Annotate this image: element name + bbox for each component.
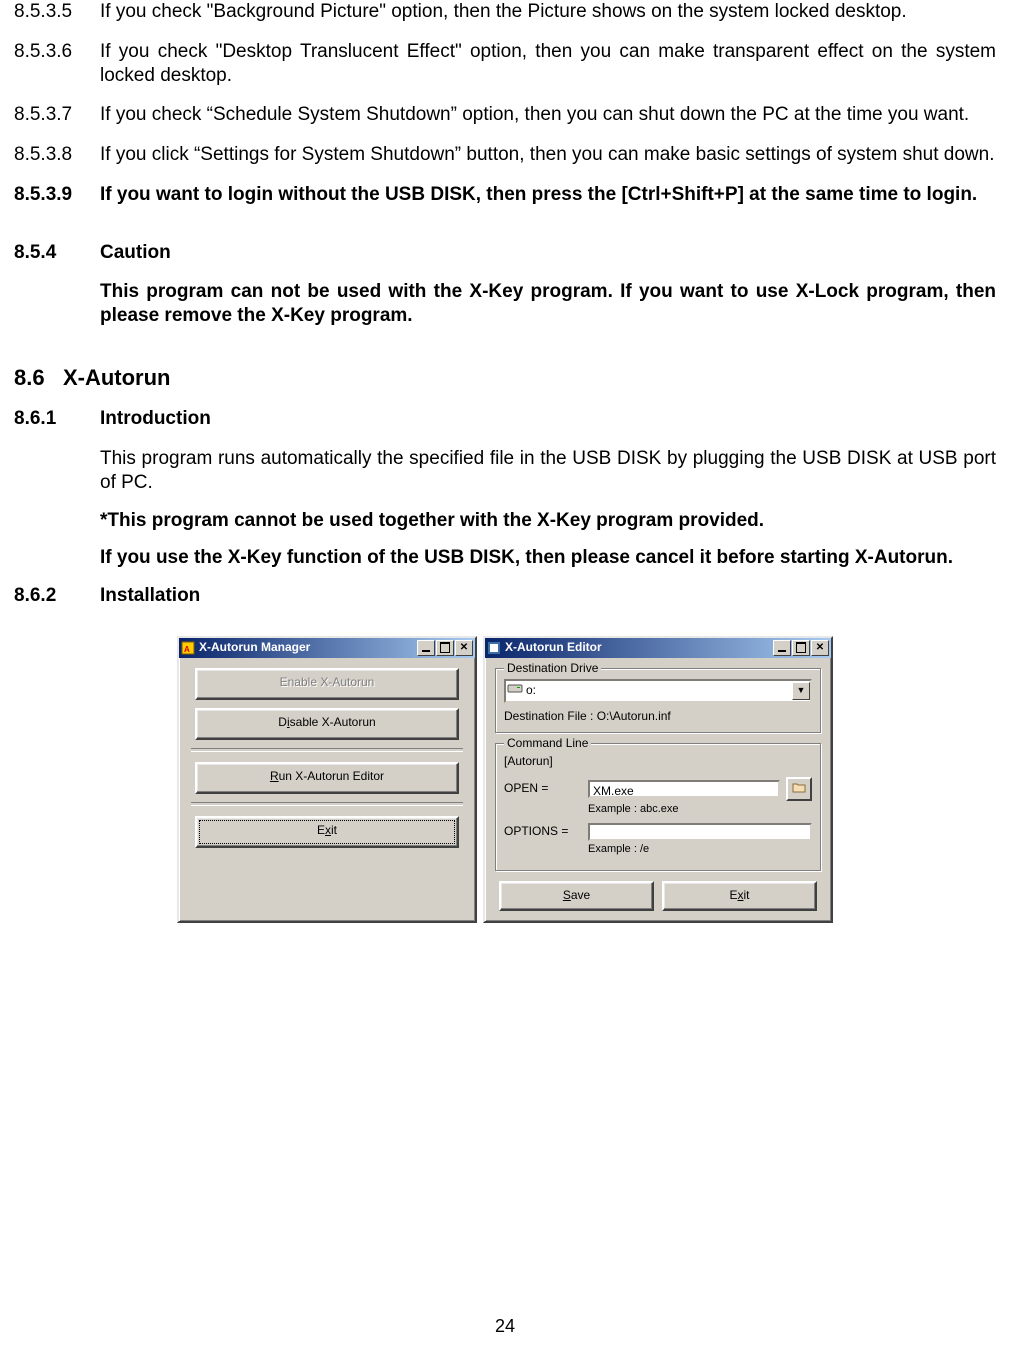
group-command-line: Command Line [Autorun] OPEN = XM.exe Exa…	[495, 743, 821, 872]
disable-autorun-button[interactable]: Disable X-Autorun	[195, 708, 459, 740]
close-button[interactable]: ✕	[455, 640, 473, 656]
section-number: 8.6	[14, 365, 45, 390]
section-title: X-Autorun	[63, 365, 171, 390]
options-example: Example : /e	[588, 843, 812, 857]
minimize-button[interactable]	[417, 640, 435, 656]
separator	[191, 802, 463, 806]
para-8-5-3-5: 8.5.3.5 If you check "Background Picture…	[14, 0, 996, 24]
caution-text: This program can not be used with the X-…	[100, 280, 996, 328]
chevron-down-icon[interactable]: ▼	[792, 682, 810, 700]
exit-button[interactable]: Exit	[662, 881, 817, 911]
window-body: Enable X-Autorun Disable X-Autorun Run X…	[179, 658, 475, 866]
item-number: 8.5.4	[14, 241, 100, 265]
item-number: 8.6.1	[14, 407, 100, 431]
item-text: If you click “Settings for System Shutdo…	[100, 143, 996, 167]
group-legend: Command Line	[504, 736, 591, 751]
open-input[interactable]: XM.exe	[588, 780, 780, 798]
item-number: 8.6.2	[14, 584, 100, 608]
group-destination-drive: Destination Drive o: ▼ Destination File …	[495, 668, 821, 733]
editor-footer: Save Exit	[495, 881, 821, 911]
titlebar[interactable]: A X-Autorun Manager ✕	[179, 638, 475, 658]
item-text: If you check "Background Picture" option…	[100, 0, 996, 24]
folder-icon	[792, 781, 806, 797]
item-number: 8.5.3.9	[14, 183, 100, 207]
run-editor-button[interactable]: Run X-Autorun Editor	[195, 762, 459, 794]
document-page: 8.5.3.5 If you check "Background Picture…	[0, 0, 1010, 1355]
options-input[interactable]	[588, 823, 812, 841]
page-number: 24	[0, 1315, 1010, 1338]
para-8-5-3-6: 8.5.3.6 If you check "Desktop Translucen…	[14, 40, 996, 88]
heading-text: Caution	[100, 241, 996, 265]
intro-p3: If you use the X-Key function of the USB…	[100, 546, 996, 570]
enable-autorun-button[interactable]: Enable X-Autorun	[195, 668, 459, 700]
maximize-button[interactable]	[436, 640, 454, 656]
save-button[interactable]: Save	[499, 881, 654, 911]
titlebar[interactable]: X-Autorun Editor ✕	[485, 638, 831, 658]
intro-p1: This program runs automatically the spec…	[100, 447, 996, 495]
open-label: OPEN =	[504, 781, 582, 796]
item-text: If you check “Schedule System Shutdown” …	[100, 103, 996, 127]
item-text: If you check "Desktop Translucent Effect…	[100, 40, 996, 88]
para-8-5-3-7: 8.5.3.7 If you check “Schedule System Sh…	[14, 103, 996, 127]
heading-text: Installation	[100, 584, 996, 608]
window-title: X-Autorun Manager	[199, 640, 416, 655]
destination-file-label: Destination File : O:\Autorun.inf	[504, 709, 812, 724]
row-options: OPTIONS =	[504, 823, 812, 841]
group-legend: Destination Drive	[504, 661, 601, 676]
app-icon	[487, 641, 501, 655]
heading-8-6-1: 8.6.1 Introduction	[14, 407, 996, 431]
heading-8-5-4: 8.5.4 Caution	[14, 241, 996, 265]
drive-icon	[506, 682, 524, 699]
item-number: 8.5.3.8	[14, 143, 100, 167]
options-label: OPTIONS =	[504, 824, 582, 839]
item-number: 8.5.3.5	[14, 0, 100, 24]
maximize-button[interactable]	[792, 640, 810, 656]
separator	[191, 748, 463, 752]
window-autorun-editor: X-Autorun Editor ✕ Destination Drive o:	[483, 636, 833, 924]
minimize-button[interactable]	[773, 640, 791, 656]
window-body: Destination Drive o: ▼ Destination File …	[485, 658, 831, 922]
svg-text:A: A	[184, 645, 190, 654]
window-title: X-Autorun Editor	[505, 640, 772, 655]
para-8-5-3-9: 8.5.3.9 If you want to login without the…	[14, 183, 996, 207]
exit-button[interactable]: Exit	[195, 816, 459, 848]
app-icon: A	[181, 641, 195, 655]
item-number: 8.5.3.6	[14, 40, 100, 88]
open-example: Example : abc.exe	[588, 803, 812, 817]
heading-8-6: 8.6 X-Autorun	[14, 364, 996, 392]
close-button[interactable]: ✕	[811, 640, 829, 656]
item-text: If you want to login without the USB DIS…	[100, 183, 996, 207]
heading-text: Introduction	[100, 407, 996, 431]
heading-8-6-2: 8.6.2 Installation	[14, 584, 996, 608]
browse-button[interactable]	[786, 777, 812, 801]
intro-p2: *This program cannot be used together wi…	[100, 509, 996, 533]
drive-dropdown[interactable]: o: ▼	[504, 679, 812, 703]
window-autorun-manager: A X-Autorun Manager ✕ Enable X-Autorun D…	[177, 636, 477, 924]
row-open: OPEN = XM.exe	[504, 777, 812, 801]
drive-value: o:	[524, 683, 792, 698]
para-8-5-3-8: 8.5.3.8 If you click “Settings for Syste…	[14, 143, 996, 167]
autorun-label: [Autorun]	[504, 754, 812, 769]
item-number: 8.5.3.7	[14, 103, 100, 127]
screenshot-figures: A X-Autorun Manager ✕ Enable X-Autorun D…	[14, 636, 996, 924]
